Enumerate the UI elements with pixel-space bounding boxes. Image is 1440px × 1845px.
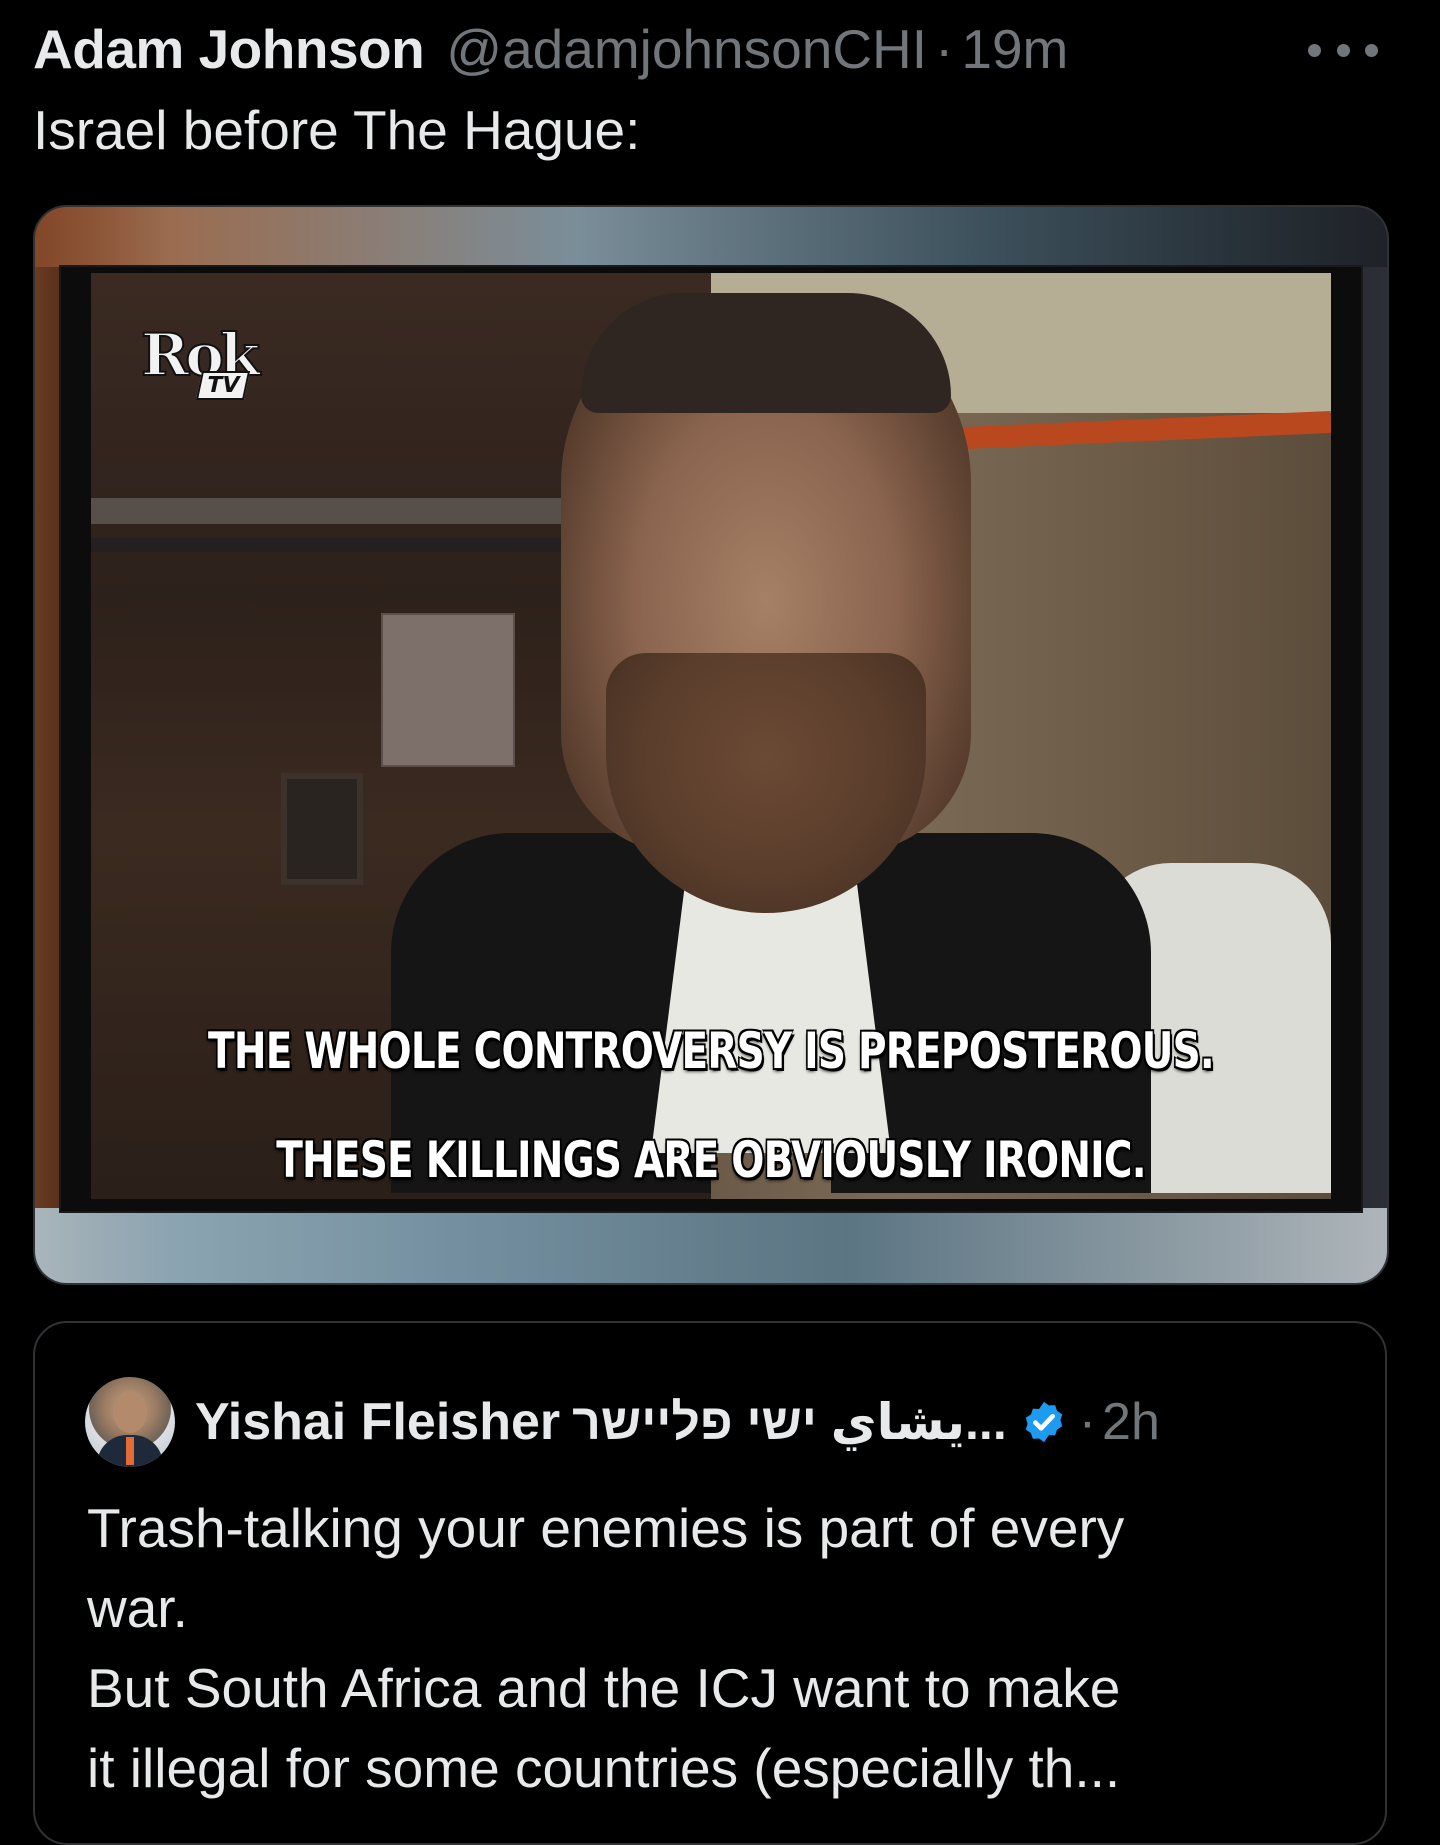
more-dots-icon[interactable] — [1308, 30, 1378, 70]
scene-hair — [581, 293, 951, 413]
tweet-text: Israel before The Hague: — [33, 99, 641, 161]
media-glow-bottom — [35, 1208, 1387, 1283]
scene-shelf-shadow — [91, 538, 587, 552]
quoted-text-line: it illegal for some countries (especiall… — [87, 1737, 1121, 1799]
dot — [1308, 43, 1321, 57]
tweet-timestamp[interactable]: 19m — [961, 17, 1068, 81]
separator-dot: · — [1078, 1393, 1097, 1451]
channel-logo-sub: TV — [195, 371, 251, 400]
author-handle[interactable]: @adamjohnsonCHI — [446, 17, 927, 81]
avatar-tie — [126, 1437, 134, 1465]
tweet-header: Adam Johnson @adamjohnsonCHI · 19m — [33, 14, 1373, 84]
scene-picture-frame — [281, 773, 363, 885]
tweet-media-image[interactable]: Rok TV THE WHOLE CONTROVERSY IS PREPOSTE… — [33, 205, 1389, 1285]
media-glow-top — [35, 207, 1387, 267]
author-name[interactable]: Adam Johnson — [33, 17, 425, 81]
quoted-tweet-timestamp[interactable]: 2h — [1102, 1392, 1160, 1452]
dot — [1336, 43, 1350, 57]
quoted-tweet[interactable]: Yishai Fleisher يشاي ישי פליישר... · 2h … — [33, 1321, 1387, 1845]
video-still: Rok TV THE WHOLE CONTROVERSY IS PREPOSTE… — [59, 265, 1363, 1213]
quoted-tweet-text: Trash-talking your enemies is part of ev… — [87, 1488, 1337, 1808]
video-caption-line-1: THE WHOLE CONTROVERSY IS PREPOSTEROUS. — [208, 1022, 1215, 1080]
quoted-text-line: But South Africa and the ICJ want to mak… — [87, 1657, 1121, 1719]
quoted-author-name[interactable]: Yishai Fleisher — [195, 1392, 560, 1452]
quoted-text-line: war. — [87, 1577, 188, 1639]
dot — [1365, 43, 1378, 57]
channel-logo: Rok TV — [140, 320, 291, 411]
avatar[interactable] — [85, 1377, 175, 1467]
video-caption-line-2: THESE KILLINGS ARE OBVIOUSLY IRONIC. — [276, 1131, 1146, 1189]
separator-dot: · — [935, 18, 954, 80]
quoted-tweet-header: Yishai Fleisher يشاي ישי פליישר... · 2h — [85, 1377, 1345, 1467]
verified-badge-icon — [1025, 1401, 1062, 1443]
quoted-text-line: Trash-talking your enemies is part of ev… — [87, 1497, 1125, 1559]
quoted-author-name-alt[interactable]: يشاي ישי פליישר... — [572, 1393, 1007, 1451]
tweet[interactable]: Adam Johnson @adamjohnsonCHI · 19m Israe… — [0, 0, 1440, 1845]
scene-calendar — [381, 613, 515, 767]
avatar-face — [113, 1391, 147, 1433]
